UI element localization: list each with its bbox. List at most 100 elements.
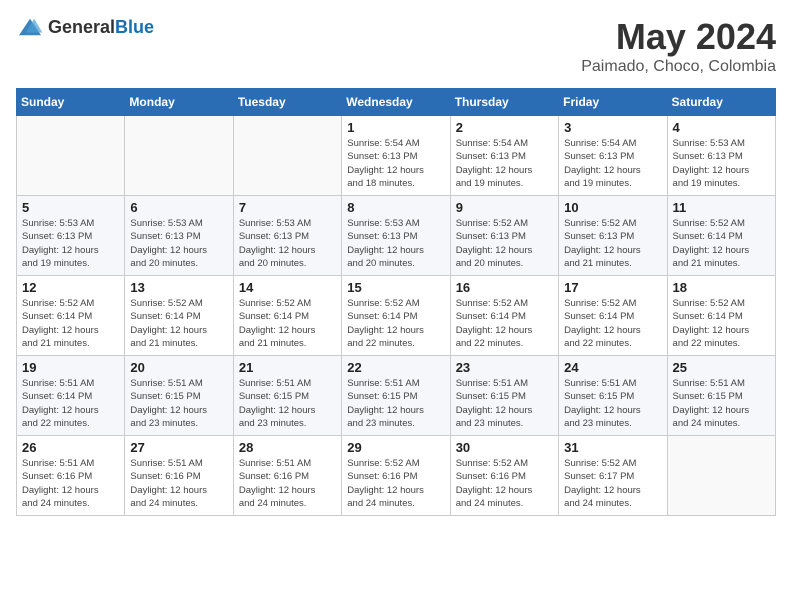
weekday-header: Wednesday: [342, 89, 450, 116]
day-number: 4: [673, 120, 770, 135]
calendar-cell: 10 Sunrise: 5:52 AM Sunset: 6:13 PM Dayli…: [559, 196, 667, 276]
calendar-cell: 8 Sunrise: 5:53 AM Sunset: 6:13 PM Daylig…: [342, 196, 450, 276]
day-number: 9: [456, 200, 553, 215]
day-number: 12: [22, 280, 119, 295]
day-info: Sunrise: 5:52 AM Sunset: 6:14 PM Dayligh…: [130, 297, 227, 350]
calendar-week-row: 19 Sunrise: 5:51 AM Sunset: 6:14 PM Dayli…: [17, 356, 776, 436]
calendar-cell: 28 Sunrise: 5:51 AM Sunset: 6:16 PM Dayli…: [233, 436, 341, 516]
calendar-cell: 16 Sunrise: 5:52 AM Sunset: 6:14 PM Dayli…: [450, 276, 558, 356]
calendar-cell: 9 Sunrise: 5:52 AM Sunset: 6:13 PM Daylig…: [450, 196, 558, 276]
day-number: 20: [130, 360, 227, 375]
weekday-header: Monday: [125, 89, 233, 116]
day-info: Sunrise: 5:52 AM Sunset: 6:14 PM Dayligh…: [564, 297, 661, 350]
day-number: 11: [673, 200, 770, 215]
day-number: 23: [456, 360, 553, 375]
day-number: 19: [22, 360, 119, 375]
calendar-cell: 17 Sunrise: 5:52 AM Sunset: 6:14 PM Dayli…: [559, 276, 667, 356]
calendar-cell: 7 Sunrise: 5:53 AM Sunset: 6:13 PM Daylig…: [233, 196, 341, 276]
calendar-cell: 27Sunrise: 5:51 AM Sunset: 6:16 PM Dayli…: [125, 436, 233, 516]
day-info: Sunrise: 5:53 AM Sunset: 6:13 PM Dayligh…: [130, 217, 227, 270]
day-info: Sunrise: 5:54 AM Sunset: 6:13 PM Dayligh…: [347, 137, 444, 190]
day-info: Sunrise: 5:52 AM Sunset: 6:14 PM Dayligh…: [673, 297, 770, 350]
calendar-cell: 3 Sunrise: 5:54 AM Sunset: 6:13 PM Daylig…: [559, 116, 667, 196]
day-number: 2: [456, 120, 553, 135]
day-info: Sunrise: 5:52 AM Sunset: 6:17 PM Dayligh…: [564, 457, 661, 510]
day-number: 10: [564, 200, 661, 215]
day-info: Sunrise: 5:52 AM Sunset: 6:14 PM Dayligh…: [239, 297, 336, 350]
calendar-week-row: 1 Sunrise: 5:54 AM Sunset: 6:13 PM Daylig…: [17, 116, 776, 196]
logo-general: General: [48, 17, 115, 37]
day-number: 29: [347, 440, 444, 455]
day-info: Sunrise: 5:54 AM Sunset: 6:13 PM Dayligh…: [564, 137, 661, 190]
day-info: Sunrise: 5:51 AM Sunset: 6:16 PM Dayligh…: [22, 457, 119, 510]
logo-icon: [16, 16, 44, 38]
calendar-cell: [17, 116, 125, 196]
logo-text: GeneralBlue: [48, 17, 154, 38]
calendar-cell: [125, 116, 233, 196]
logo: GeneralBlue: [16, 16, 154, 38]
day-number: 1: [347, 120, 444, 135]
calendar-cell: 15Sunrise: 5:52 AM Sunset: 6:14 PM Dayli…: [342, 276, 450, 356]
day-number: 26: [22, 440, 119, 455]
calendar-cell: 21 Sunrise: 5:51 AM Sunset: 6:15 PM Dayli…: [233, 356, 341, 436]
title-block: May 2024 Paimado, Choco, Colombia: [581, 16, 776, 76]
day-number: 17: [564, 280, 661, 295]
day-info: Sunrise: 5:51 AM Sunset: 6:15 PM Dayligh…: [673, 377, 770, 430]
day-number: 13: [130, 280, 227, 295]
calendar-cell: 14 Sunrise: 5:52 AM Sunset: 6:14 PM Dayli…: [233, 276, 341, 356]
calendar-cell: 2 Sunrise: 5:54 AM Sunset: 6:13 PM Daylig…: [450, 116, 558, 196]
day-info: Sunrise: 5:53 AM Sunset: 6:13 PM Dayligh…: [239, 217, 336, 270]
calendar-cell: [667, 436, 775, 516]
calendar-cell: 23Sunrise: 5:51 AM Sunset: 6:15 PM Dayli…: [450, 356, 558, 436]
day-number: 16: [456, 280, 553, 295]
calendar-cell: 24Sunrise: 5:51 AM Sunset: 6:15 PM Dayli…: [559, 356, 667, 436]
weekday-header: Thursday: [450, 89, 558, 116]
day-number: 6: [130, 200, 227, 215]
calendar-table: SundayMondayTuesdayWednesdayThursdayFrid…: [16, 88, 776, 516]
weekday-header: Tuesday: [233, 89, 341, 116]
day-number: 31: [564, 440, 661, 455]
day-info: Sunrise: 5:53 AM Sunset: 6:13 PM Dayligh…: [22, 217, 119, 270]
weekday-header: Saturday: [667, 89, 775, 116]
day-info: Sunrise: 5:51 AM Sunset: 6:16 PM Dayligh…: [239, 457, 336, 510]
day-info: Sunrise: 5:54 AM Sunset: 6:13 PM Dayligh…: [456, 137, 553, 190]
calendar-cell: 31 Sunrise: 5:52 AM Sunset: 6:17 PM Dayli…: [559, 436, 667, 516]
day-info: Sunrise: 5:53 AM Sunset: 6:13 PM Dayligh…: [347, 217, 444, 270]
day-info: Sunrise: 5:52 AM Sunset: 6:14 PM Dayligh…: [456, 297, 553, 350]
calendar-cell: 12Sunrise: 5:52 AM Sunset: 6:14 PM Dayli…: [17, 276, 125, 356]
calendar-body: 1 Sunrise: 5:54 AM Sunset: 6:13 PM Daylig…: [17, 116, 776, 516]
day-number: 28: [239, 440, 336, 455]
day-info: Sunrise: 5:51 AM Sunset: 6:15 PM Dayligh…: [239, 377, 336, 430]
calendar-cell: 29 Sunrise: 5:52 AM Sunset: 6:16 PM Dayli…: [342, 436, 450, 516]
day-info: Sunrise: 5:51 AM Sunset: 6:16 PM Dayligh…: [130, 457, 227, 510]
day-number: 7: [239, 200, 336, 215]
day-number: 14: [239, 280, 336, 295]
calendar-header: SundayMondayTuesdayWednesdayThursdayFrid…: [17, 89, 776, 116]
calendar-cell: 13 Sunrise: 5:52 AM Sunset: 6:14 PM Dayli…: [125, 276, 233, 356]
day-info: Sunrise: 5:52 AM Sunset: 6:13 PM Dayligh…: [456, 217, 553, 270]
calendar-week-row: 12 Sunrise: 5:52 AM Sunset: 6:14 PM Dayli…: [17, 276, 776, 356]
day-info: Sunrise: 5:52 AM Sunset: 6:13 PM Dayligh…: [564, 217, 661, 270]
weekday-header: Sunday: [17, 89, 125, 116]
day-number: 8: [347, 200, 444, 215]
calendar-cell: 11 Sunrise: 5:52 AM Sunset: 6:14 PM Dayli…: [667, 196, 775, 276]
day-info: Sunrise: 5:52 AM Sunset: 6:16 PM Dayligh…: [456, 457, 553, 510]
day-number: 18: [673, 280, 770, 295]
calendar-cell: [233, 116, 341, 196]
day-number: 22: [347, 360, 444, 375]
calendar-subtitle: Paimado, Choco, Colombia: [581, 58, 776, 76]
page-header: GeneralBlue May 2024 Paimado, Choco, Col…: [16, 16, 776, 76]
day-number: 25: [673, 360, 770, 375]
day-number: 3: [564, 120, 661, 135]
calendar-cell: 18 Sunrise: 5:52 AM Sunset: 6:14 PM Dayli…: [667, 276, 775, 356]
day-info: Sunrise: 5:52 AM Sunset: 6:14 PM Dayligh…: [673, 217, 770, 270]
day-number: 21: [239, 360, 336, 375]
calendar-cell: 30Sunrise: 5:52 AM Sunset: 6:16 PM Dayli…: [450, 436, 558, 516]
day-info: Sunrise: 5:52 AM Sunset: 6:16 PM Dayligh…: [347, 457, 444, 510]
day-number: 15: [347, 280, 444, 295]
day-info: Sunrise: 5:51 AM Sunset: 6:14 PM Dayligh…: [22, 377, 119, 430]
day-info: Sunrise: 5:53 AM Sunset: 6:13 PM Dayligh…: [673, 137, 770, 190]
day-info: Sunrise: 5:51 AM Sunset: 6:15 PM Dayligh…: [130, 377, 227, 430]
calendar-cell: 4 Sunrise: 5:53 AM Sunset: 6:13 PM Daylig…: [667, 116, 775, 196]
weekday-header: Friday: [559, 89, 667, 116]
